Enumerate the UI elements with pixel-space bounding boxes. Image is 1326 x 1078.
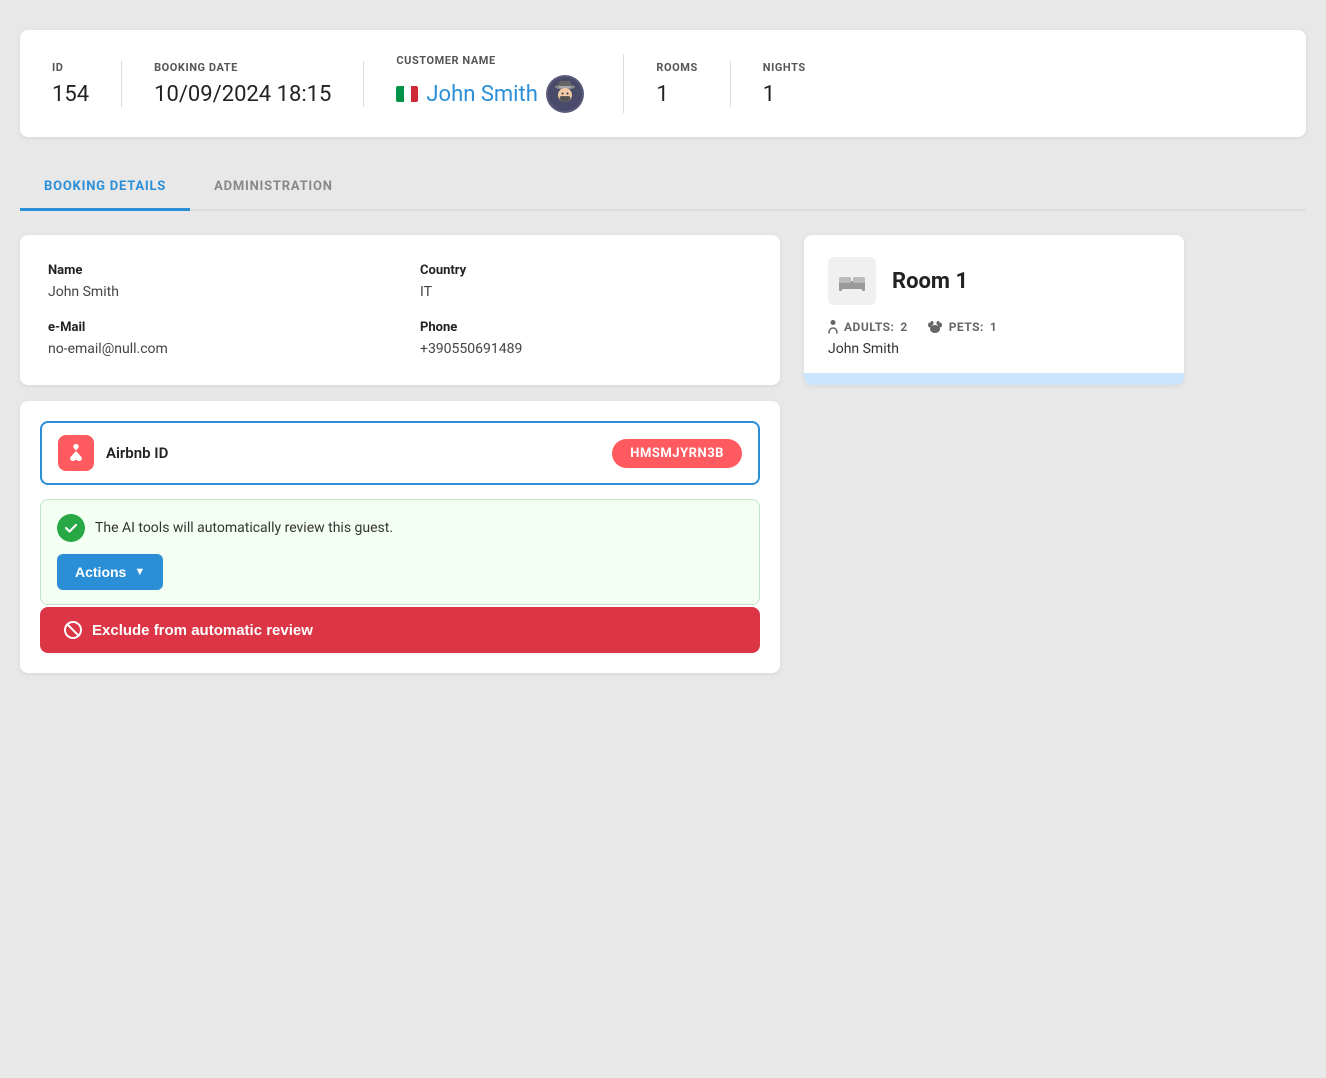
detail-phone: Phone +390550691489 (420, 320, 752, 357)
tab-booking-details[interactable]: BOOKING DETAILS (20, 165, 190, 211)
phone-label: Phone (420, 320, 752, 335)
airbnb-label: Airbnb ID (106, 444, 168, 462)
email-value: no-email@null.com (48, 341, 168, 357)
room-guest-name: John Smith (828, 341, 1160, 357)
field-id: ID 154 (52, 61, 122, 107)
customer-name-value: John Smith (396, 75, 591, 113)
booking-header-card: ID 154 BOOKING DATE 10/09/2024 18:15 CUS… (20, 30, 1306, 137)
booking-date-label: BOOKING DATE (154, 61, 331, 74)
customer-name-text: John Smith (426, 82, 537, 107)
ai-notice: The AI tools will automatically review t… (40, 499, 760, 605)
pets-value: 1 (990, 320, 997, 334)
person-icon (828, 319, 838, 335)
airbnb-id-badge: HMSMJYRN3B (612, 439, 742, 468)
ai-notice-row: The AI tools will automatically review t… (57, 514, 743, 542)
detail-email: e-Mail no-email@null.com (48, 320, 380, 357)
customer-avatar (546, 75, 584, 113)
adults-value: 2 (900, 320, 907, 334)
room-bottom-stripe (804, 373, 1184, 385)
detail-country: Country IT (420, 263, 752, 300)
adults-label: ADULTS: (844, 320, 894, 334)
detail-name: Name John Smith (48, 263, 380, 300)
airbnb-left: Airbnb ID (58, 435, 168, 471)
airbnb-icon (65, 442, 87, 464)
tabs-bar: BOOKING DETAILS ADMINISTRATION (20, 165, 1306, 211)
field-rooms: ROOMS 1 (624, 61, 730, 107)
room-header: Room 1 (828, 257, 1160, 305)
customer-details-card: Name John Smith Country IT e-Mail no-ema… (20, 235, 780, 385)
check-icon (57, 514, 85, 542)
chevron-down-icon: ▼ (134, 566, 145, 578)
airbnb-id-row: Airbnb ID HMSMJYRN3B (40, 421, 760, 485)
left-column: Name John Smith Country IT e-Mail no-ema… (20, 235, 780, 673)
id-label: ID (52, 61, 89, 74)
actions-button-label: Actions (75, 564, 126, 580)
details-grid: Name John Smith Country IT e-Mail no-ema… (48, 263, 752, 357)
right-column: Room 1 ADULTS: 2 PETS: 1 (804, 235, 1184, 385)
room-card: Room 1 ADULTS: 2 PETS: 1 (804, 235, 1184, 385)
field-customer-name: CUSTOMER NAME John Smith (364, 54, 624, 113)
actions-button-wrap: Actions ▼ (57, 554, 743, 590)
field-nights: NIGHTS 1 (731, 61, 838, 107)
flag-icon (396, 86, 418, 102)
main-content: Name John Smith Country IT e-Mail no-ema… (20, 235, 1306, 673)
room-title: Room 1 (892, 269, 968, 294)
email-label: e-Mail (48, 320, 380, 335)
nights-label: NIGHTS (763, 61, 806, 74)
country-label: Country (420, 263, 752, 278)
pet-icon (927, 321, 943, 333)
pets-label: PETS: (949, 320, 984, 334)
field-booking-date: BOOKING DATE 10/09/2024 18:15 (122, 61, 364, 107)
name-label: Name (48, 263, 380, 278)
room-meta: ADULTS: 2 PETS: 1 (828, 319, 1160, 335)
nights-value: 1 (763, 82, 806, 107)
id-value: 154 (52, 82, 89, 107)
rooms-label: ROOMS (656, 61, 697, 74)
tab-administration[interactable]: ADMINISTRATION (190, 165, 357, 211)
actions-button[interactable]: Actions ▼ (57, 554, 163, 590)
booking-date-value: 10/09/2024 18:15 (154, 82, 331, 107)
phone-value: +390550691489 (420, 341, 522, 357)
ban-icon (64, 621, 82, 639)
room-icon-wrap (828, 257, 876, 305)
name-value: John Smith (48, 284, 119, 300)
exclude-button-label: Exclude from automatic review (92, 622, 313, 639)
rooms-value: 1 (656, 82, 697, 107)
country-value: IT (420, 284, 432, 300)
exclude-button[interactable]: Exclude from automatic review (40, 607, 760, 653)
ai-notice-text: The AI tools will automatically review t… (95, 520, 393, 536)
bed-icon (837, 269, 867, 293)
customer-name-label: CUSTOMER NAME (396, 54, 591, 67)
source-card: Airbnb ID HMSMJYRN3B The AI tools will a… (20, 401, 780, 673)
airbnb-icon-wrap (58, 435, 94, 471)
